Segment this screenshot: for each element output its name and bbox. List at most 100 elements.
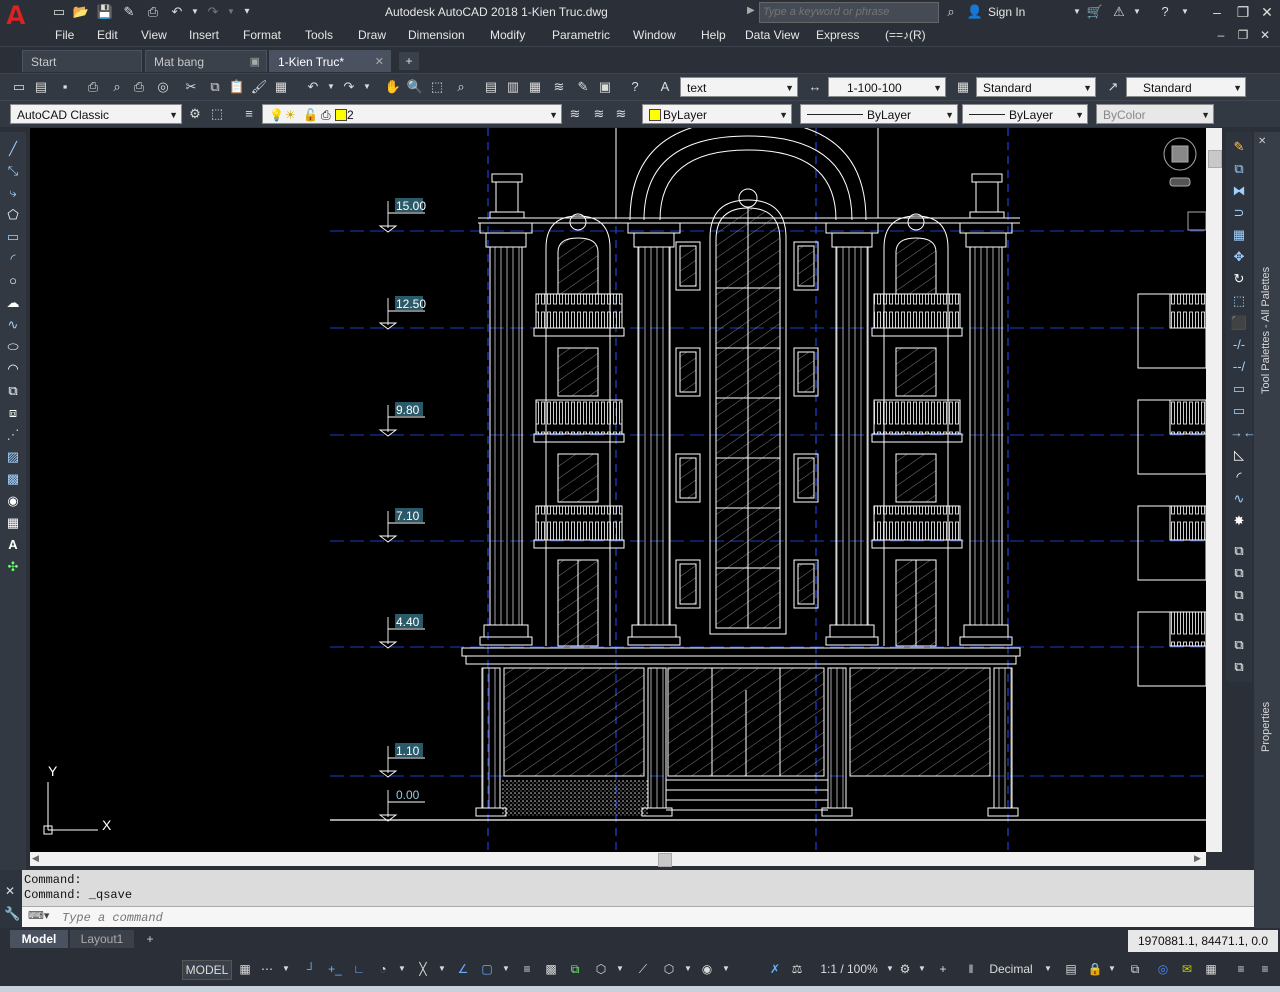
copy-object-icon[interactable]: ⧉ bbox=[1230, 160, 1248, 178]
units-dropdown[interactable]: Decimal bbox=[986, 960, 1036, 978]
draworder-above-icon[interactable]: ⧉ bbox=[1230, 586, 1248, 604]
annotation-monitor-icon[interactable]: + bbox=[934, 960, 952, 978]
menu-insert[interactable]: Insert bbox=[189, 28, 219, 42]
sheet-set-icon[interactable]: ≋ bbox=[550, 78, 568, 96]
user-icon[interactable]: 👤 bbox=[966, 3, 984, 21]
undo-dropdown-icon[interactable]: ▼ bbox=[186, 3, 204, 21]
scroll-right-icon[interactable]: ▶ bbox=[1194, 853, 1201, 864]
linetype-dropdown[interactable]: ByLayer ▼ bbox=[800, 104, 958, 124]
tab-close-icon[interactable]: ✕ bbox=[375, 51, 384, 73]
tool-palettes-icon[interactable]: ▦ bbox=[526, 78, 544, 96]
filter-dropdown-icon[interactable]: ▼ bbox=[682, 960, 694, 978]
quick-properties-icon[interactable]: ▤ bbox=[1062, 960, 1080, 978]
zoom-realtime-icon[interactable]: 🔍 bbox=[406, 78, 424, 96]
publish-icon[interactable]: ⎙ bbox=[130, 78, 148, 96]
menu-edit[interactable]: Edit bbox=[97, 28, 118, 42]
erase-icon[interactable]: ✎ bbox=[1230, 138, 1248, 156]
hardware-acceleration-icon[interactable]: ◎ bbox=[1154, 960, 1172, 978]
search-expand-icon[interactable]: ▶ bbox=[747, 5, 755, 16]
make-block-icon[interactable]: ⧈ bbox=[4, 404, 22, 422]
gradient-icon[interactable]: ▩ bbox=[4, 470, 22, 488]
vertical-scrollbar[interactable] bbox=[1206, 128, 1222, 852]
break-at-point-icon[interactable]: ▭ bbox=[1230, 380, 1248, 398]
layer-state-icon[interactable]: ≋ bbox=[612, 105, 630, 123]
dynamic-ucs-icon[interactable]: ⟋ bbox=[634, 960, 652, 978]
object-snap-icon[interactable]: ▢ bbox=[478, 960, 496, 978]
units-dropdown-icon[interactable]: ▼ bbox=[1042, 960, 1054, 978]
tab-kien-truc[interactable]: 1-Kien Truc* ✕ bbox=[269, 50, 391, 72]
tab-mat-bang[interactable]: Mat bang ▣ bbox=[145, 50, 267, 72]
rectangle-icon[interactable]: ▭ bbox=[4, 228, 22, 246]
isodraft-dropdown-icon[interactable]: ▼ bbox=[436, 960, 448, 978]
table-style-icon[interactable]: ▦ bbox=[954, 78, 972, 96]
doc-close-icon[interactable]: ✕ bbox=[1254, 25, 1276, 45]
command-input-bar[interactable]: ⌨▾ bbox=[22, 906, 1254, 927]
revision-cloud-icon[interactable]: ☁ bbox=[4, 294, 22, 312]
undo-icon[interactable]: ↶ bbox=[168, 3, 186, 21]
restore-icon[interactable]: ❐ bbox=[1232, 2, 1254, 22]
polygon-icon[interactable]: ⬠ bbox=[4, 206, 22, 224]
auto-scale-icon[interactable]: ⚖ bbox=[788, 960, 806, 978]
vertical-scroll-thumb[interactable] bbox=[1208, 150, 1222, 168]
new-layout-icon[interactable]: + bbox=[140, 930, 160, 948]
horizontal-scroll-thumb[interactable] bbox=[658, 853, 672, 867]
menu-tools[interactable]: Tools bbox=[305, 28, 333, 42]
text-style-icon[interactable]: A bbox=[656, 78, 674, 96]
block-editor-icon[interactable]: ▦ bbox=[272, 78, 290, 96]
save-icon[interactable]: ▪ bbox=[56, 78, 74, 96]
tab-close-icon[interactable]: ▣ bbox=[250, 51, 260, 73]
paste-icon[interactable]: 📋 bbox=[228, 78, 246, 96]
draworder-front-icon[interactable]: ⧉ bbox=[1230, 542, 1248, 560]
menu-window[interactable]: Window bbox=[633, 28, 676, 42]
ortho-icon[interactable]: ∟ bbox=[350, 960, 368, 978]
line-icon[interactable]: ╱ bbox=[4, 140, 22, 158]
minimize-icon[interactable]: – bbox=[1206, 2, 1228, 22]
dim-style-icon[interactable]: ↔ bbox=[806, 78, 824, 96]
offset-icon[interactable]: ⊃ bbox=[1230, 204, 1248, 222]
help-dropdown-icon[interactable]: ▼ bbox=[1176, 3, 1194, 21]
open-icon[interactable]: ▤ bbox=[32, 78, 50, 96]
isolate-objects-icon[interactable]: ⧉ bbox=[1126, 960, 1144, 978]
gizmo-dropdown-icon[interactable]: ▼ bbox=[720, 960, 732, 978]
join-icon[interactable]: →← bbox=[1230, 424, 1256, 442]
mleader-style-dropdown[interactable]: Standard ▼ bbox=[1126, 77, 1246, 97]
search-box[interactable] bbox=[759, 2, 939, 23]
menu-dimension[interactable]: Dimension bbox=[408, 28, 465, 42]
layer-dropdown[interactable]: 💡 ☀ 🔓 ⎙ 2 ▼ bbox=[262, 104, 562, 124]
workspace-dropdown-icon[interactable]: ▼ bbox=[916, 960, 928, 978]
spline-icon[interactable]: ∿ bbox=[4, 316, 22, 334]
annotation-scale-dropdown-icon[interactable]: ▼ bbox=[884, 960, 896, 978]
palette-close-icon[interactable]: ✕ bbox=[1258, 136, 1266, 147]
fillet-icon[interactable]: ◜ bbox=[1230, 468, 1248, 486]
calculator-icon[interactable]: ▣ bbox=[596, 78, 614, 96]
markup-icon[interactable]: ✎ bbox=[574, 78, 592, 96]
lock-ui-icon[interactable]: 🔒 bbox=[1086, 960, 1104, 978]
a360-dropdown-icon[interactable]: ▼ bbox=[1128, 3, 1146, 21]
menu-parametric[interactable]: Parametric bbox=[552, 28, 610, 42]
pan-icon[interactable]: ✋ bbox=[384, 78, 402, 96]
undo-icon[interactable]: ↶ bbox=[304, 78, 322, 96]
zoom-window-icon[interactable]: ⬚ bbox=[428, 78, 446, 96]
copy-icon[interactable]: ⧉ bbox=[206, 78, 224, 96]
customization-icon[interactable]: ≡ bbox=[1232, 960, 1250, 978]
move-icon[interactable]: ✥ bbox=[1230, 248, 1248, 266]
search-input[interactable] bbox=[760, 3, 936, 20]
a360-icon[interactable]: ⚠ bbox=[1110, 3, 1128, 21]
notification-icon[interactable]: ✉ bbox=[1178, 960, 1196, 978]
add-selected-icon[interactable]: ✣ bbox=[4, 558, 22, 576]
construction-line-icon[interactable]: ⤡ bbox=[4, 162, 22, 180]
undo-dropdown-icon[interactable]: ▼ bbox=[322, 78, 340, 96]
scale-icon[interactable]: ⬚ bbox=[1230, 292, 1248, 310]
tab-layout1[interactable]: Layout1 bbox=[70, 930, 134, 948]
plot-preview-icon[interactable]: ⌕ bbox=[108, 78, 126, 96]
customize-command-icon[interactable]: 🔧 bbox=[4, 906, 20, 922]
extend-icon[interactable]: --/ bbox=[1230, 358, 1248, 376]
help-icon[interactable]: ? bbox=[1156, 3, 1174, 21]
gizmo-icon[interactable]: ◉ bbox=[698, 960, 716, 978]
command-prompt-icon[interactable]: ⌨▾ bbox=[28, 909, 49, 922]
workspace-settings-icon[interactable]: ⚙ bbox=[186, 105, 204, 123]
ellipse-icon[interactable]: ⬭ bbox=[4, 338, 22, 356]
selection-cycling-icon[interactable]: ⧉ bbox=[566, 960, 584, 978]
draworder-below-icon[interactable]: ⧉ bbox=[1230, 608, 1248, 626]
menu-data-view[interactable]: Data View bbox=[745, 28, 799, 42]
